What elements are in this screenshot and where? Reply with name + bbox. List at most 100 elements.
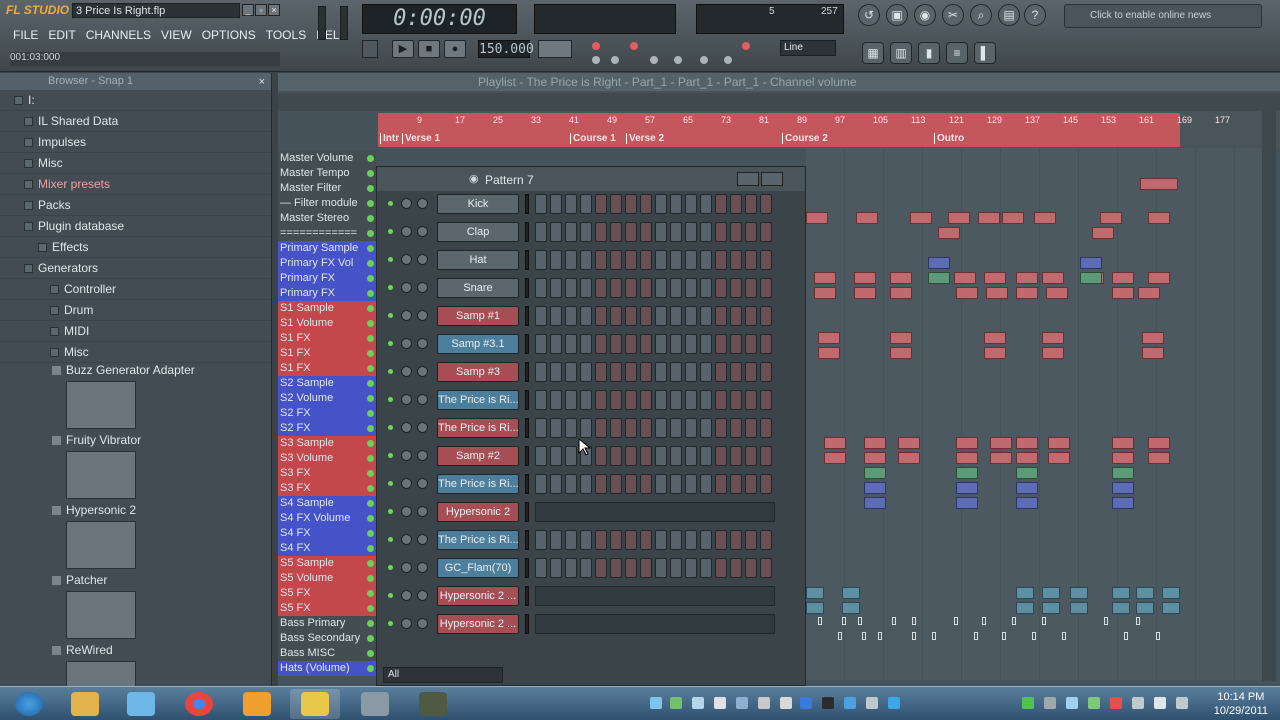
playlist-track[interactable]: S3 FX xyxy=(278,481,376,496)
track-mute-led[interactable] xyxy=(367,425,374,432)
channel-select-led[interactable] xyxy=(388,397,393,402)
playlist-track[interactable]: S3 Sample xyxy=(278,436,376,451)
playlist-track[interactable]: S4 FX Volume xyxy=(278,511,376,526)
pattern-clip[interactable] xyxy=(984,272,1006,284)
step-button[interactable] xyxy=(670,250,682,270)
step-button[interactable] xyxy=(625,530,637,550)
playlist-track[interactable]: S1 FX xyxy=(278,331,376,346)
pan-knob[interactable] xyxy=(401,198,412,209)
step-button[interactable] xyxy=(595,390,607,410)
save-icon[interactable]: ▣ xyxy=(886,4,908,26)
pan-knob[interactable] xyxy=(401,366,412,377)
channel-button[interactable]: Hypersonic 2 ... xyxy=(437,614,519,634)
pattern-clip[interactable] xyxy=(1138,287,1160,299)
pattern-clip[interactable] xyxy=(990,437,1012,449)
track-mute-led[interactable] xyxy=(367,335,374,342)
step-button[interactable] xyxy=(595,278,607,298)
pattern-clip[interactable] xyxy=(898,437,920,449)
step-button[interactable] xyxy=(730,418,742,438)
step-button[interactable] xyxy=(550,390,562,410)
step-button[interactable] xyxy=(700,250,712,270)
pan-knob[interactable] xyxy=(401,282,412,293)
channel-button[interactable]: Hypersonic 2 xyxy=(437,502,519,522)
pattern-clip[interactable] xyxy=(1016,287,1038,299)
tray-skype-icon[interactable] xyxy=(888,697,900,709)
piano-roll-preview[interactable] xyxy=(535,502,775,522)
step-button[interactable] xyxy=(745,334,757,354)
step-button[interactable] xyxy=(685,390,697,410)
playlist-track[interactable]: Master Stereo xyxy=(278,211,376,226)
pan-knob[interactable] xyxy=(401,618,412,629)
pattern-clip[interactable] xyxy=(854,287,876,299)
pattern-clip[interactable] xyxy=(1002,212,1024,224)
step-button[interactable] xyxy=(670,530,682,550)
pattern-clip[interactable] xyxy=(864,452,886,464)
track-mute-led[interactable] xyxy=(367,575,374,582)
pattern-clip[interactable] xyxy=(1136,602,1154,614)
close-icon[interactable]: × xyxy=(268,4,280,16)
bass-note-clip[interactable] xyxy=(892,617,896,625)
step-button[interactable] xyxy=(700,418,712,438)
step-button[interactable] xyxy=(685,362,697,382)
step-button[interactable] xyxy=(595,362,607,382)
pattern-clip[interactable] xyxy=(890,332,912,344)
step-button[interactable] xyxy=(640,418,652,438)
bass-note-clip[interactable] xyxy=(858,617,862,625)
step-button[interactable] xyxy=(550,446,562,466)
step-button[interactable] xyxy=(655,306,667,326)
step-button[interactable] xyxy=(760,334,772,354)
bass-note-clip[interactable] xyxy=(954,617,958,625)
track-mute-led[interactable] xyxy=(367,395,374,402)
step-button[interactable] xyxy=(760,418,772,438)
step-button[interactable] xyxy=(730,362,742,382)
track-mute-led[interactable] xyxy=(367,560,374,567)
step-button[interactable] xyxy=(625,418,637,438)
bass-note-clip[interactable] xyxy=(862,632,866,640)
step-button[interactable] xyxy=(715,418,727,438)
step-button[interactable] xyxy=(700,362,712,382)
step-button[interactable] xyxy=(595,194,607,214)
pattern-clip[interactable] xyxy=(956,497,978,509)
tray-app-icon[interactable] xyxy=(670,697,682,709)
step-button[interactable] xyxy=(625,474,637,494)
pattern-clip[interactable] xyxy=(864,497,886,509)
pan-knob[interactable] xyxy=(401,450,412,461)
channel-row[interactable]: Samp #3 xyxy=(377,359,805,387)
pattern-clip[interactable] xyxy=(1092,227,1114,239)
step-button[interactable] xyxy=(580,474,592,494)
bass-note-clip[interactable] xyxy=(982,617,986,625)
channel-button[interactable]: The Price is Ri... xyxy=(437,390,519,410)
step-button[interactable] xyxy=(655,278,667,298)
step-button[interactable] xyxy=(535,278,547,298)
record-button[interactable]: ● xyxy=(444,40,466,58)
step-button[interactable] xyxy=(760,306,772,326)
pattern-clip[interactable] xyxy=(1100,212,1122,224)
step-button[interactable] xyxy=(715,390,727,410)
pattern-clip[interactable] xyxy=(1112,587,1130,599)
browser-item-il-shared-data[interactable]: IL Shared Data xyxy=(0,111,271,132)
step-button[interactable] xyxy=(565,334,577,354)
bass-note-clip[interactable] xyxy=(1156,632,1160,640)
volume-knob[interactable] xyxy=(417,422,428,433)
step-button[interactable] xyxy=(715,558,727,578)
channel-select-led[interactable] xyxy=(388,257,393,262)
channel-button[interactable]: Samp #3.1 xyxy=(437,334,519,354)
step-button[interactable] xyxy=(535,446,547,466)
step-button[interactable] xyxy=(640,390,652,410)
pattern-clip[interactable] xyxy=(854,272,876,284)
step-button[interactable] xyxy=(730,250,742,270)
channel-row[interactable]: Kick xyxy=(377,191,805,219)
channel-select-led[interactable] xyxy=(388,341,393,346)
browser-item-drum[interactable]: Drum xyxy=(0,300,271,321)
track-mute-led[interactable] xyxy=(367,170,374,177)
step-button[interactable] xyxy=(730,558,742,578)
menu-tools[interactable]: TOOLS xyxy=(261,26,311,44)
step-button[interactable] xyxy=(655,558,667,578)
step-button[interactable] xyxy=(595,474,607,494)
channel-row[interactable]: The Price is Ri... xyxy=(377,471,805,499)
pattern-clip[interactable] xyxy=(928,257,950,269)
track-mute-led[interactable] xyxy=(367,500,374,507)
step-button[interactable] xyxy=(655,446,667,466)
pan-knob[interactable] xyxy=(401,590,412,601)
play-button[interactable]: ▶ xyxy=(392,40,414,58)
